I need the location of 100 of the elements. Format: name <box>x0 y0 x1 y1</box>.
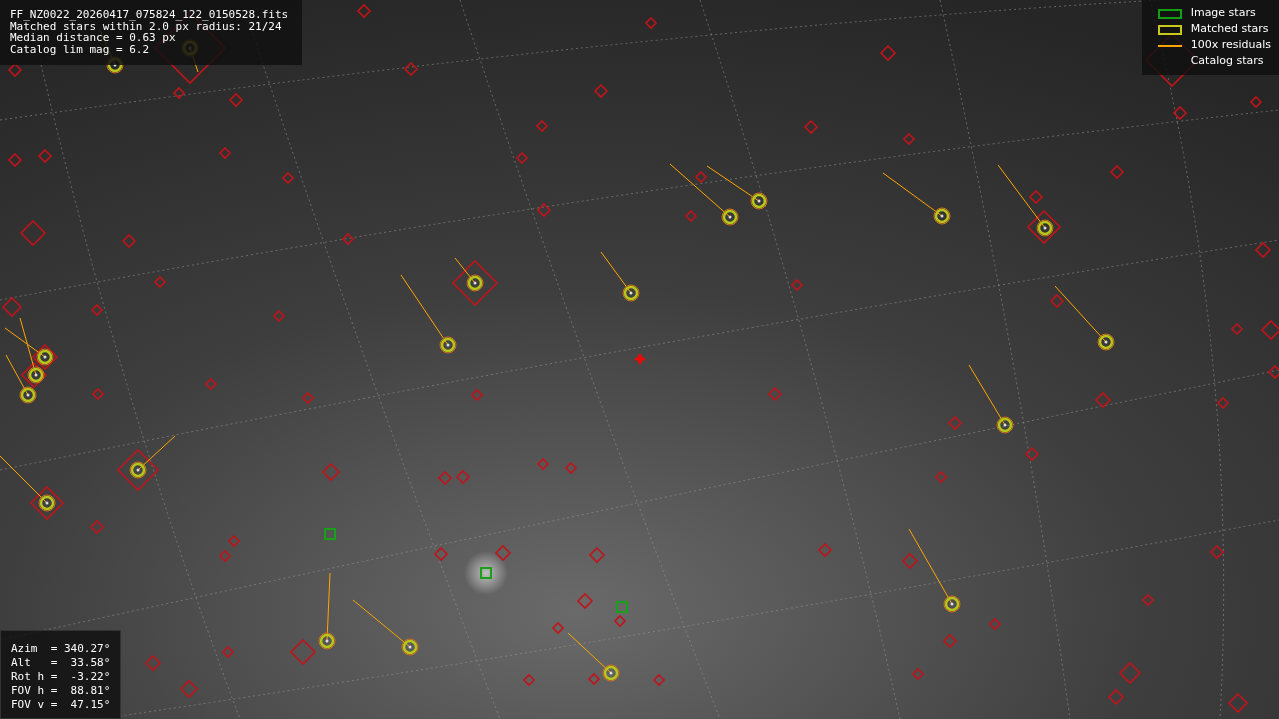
catalog-star-marker <box>551 621 565 635</box>
catalog-star-marker <box>1230 322 1244 336</box>
catalog-star-marker <box>1267 364 1279 380</box>
catalog-star-marker <box>515 151 529 165</box>
catalog-star-marker <box>988 617 1002 631</box>
catalog-star-marker <box>494 544 512 562</box>
catalog-star-marker <box>879 44 897 62</box>
catalog-star-marker <box>652 673 666 687</box>
catalog-star-marker <box>433 546 449 562</box>
catalog-star-marker <box>228 92 244 108</box>
matched-star-marker <box>706 165 768 210</box>
matched-star-marker <box>669 163 739 226</box>
catalog-star-marker <box>536 457 550 471</box>
pointing-text: Rot h = -3.22° <box>11 670 111 684</box>
catalog-star-marker <box>535 119 549 133</box>
line-icon <box>1157 44 1182 47</box>
matched-star-marker <box>1054 285 1115 351</box>
catalog-star-marker <box>1109 164 1125 180</box>
catalog-star-marker <box>91 387 105 401</box>
pointing-text: FOV h = 88.81° <box>11 684 111 698</box>
catalog-star-marker <box>817 542 833 558</box>
catalog-star-marker <box>281 171 295 185</box>
catalog-star-marker <box>1 296 23 318</box>
catalog-star-marker <box>204 377 218 391</box>
catalog-star-marker <box>289 638 317 666</box>
catalog-star-marker <box>1209 544 1225 560</box>
catalog-star-marker <box>576 592 594 610</box>
catalog-star-marker <box>911 667 925 681</box>
catalog-star-marker <box>790 278 804 292</box>
box-icon <box>1157 24 1182 35</box>
catalog-star-marker <box>153 275 167 289</box>
catalog-star-marker <box>934 470 948 484</box>
catalog-star-marker <box>437 470 453 486</box>
catalog-star-marker <box>1260 319 1279 341</box>
center-cross-marker <box>633 352 647 366</box>
catalog-star-marker <box>588 546 606 564</box>
catalog-star-marker <box>227 534 241 548</box>
catalog-star-marker <box>144 654 162 672</box>
matched-star-marker <box>0 455 56 512</box>
info-text: FF_NZ0022_20260417_075824_122_0150528.fits <box>10 9 289 21</box>
pointing-text: Alt = 33.58° <box>11 656 111 670</box>
catalog-star-marker <box>341 232 355 246</box>
catalog-star-marker <box>1216 396 1230 410</box>
catalog-star-marker <box>593 83 609 99</box>
catalog-star-marker <box>564 461 578 475</box>
catalog-star-marker <box>90 303 104 317</box>
catalog-star-marker <box>1141 593 1155 607</box>
catalog-star-marker <box>587 672 601 686</box>
info-text: Matched stars within 2.0 px radius: 21/24 <box>10 20 282 32</box>
catalog-star-marker <box>1227 692 1249 714</box>
catalog-star-marker <box>613 614 627 628</box>
catalog-star-marker <box>272 309 286 323</box>
catalog-star-marker <box>536 202 552 218</box>
catalog-star-marker <box>684 209 698 223</box>
catalog-star-marker <box>321 462 341 482</box>
catalog-star-marker <box>221 645 235 659</box>
catalog-star-marker <box>356 3 372 19</box>
catalog-star-marker <box>942 633 958 649</box>
catalog-star-marker <box>1026 209 1062 245</box>
catalog-star-marker <box>403 61 419 77</box>
catalog-star-marker <box>644 16 658 30</box>
catalog-star-marker <box>694 170 708 184</box>
matched-star-marker <box>129 435 176 479</box>
catalog-star-marker <box>37 148 53 164</box>
catalog-star-marker <box>7 62 23 78</box>
catalog-star-marker <box>301 391 315 405</box>
matched-star-marker <box>968 364 1014 434</box>
catalog-star-marker <box>19 219 47 247</box>
catalog-star-marker <box>116 448 160 492</box>
matched-star-marker <box>352 599 419 656</box>
matched-star-marker <box>567 632 620 682</box>
matched-star-marker <box>600 251 640 302</box>
catalog-star-marker <box>1172 105 1188 121</box>
catalog-star-marker <box>20 361 48 389</box>
catalog-star-marker <box>1254 241 1272 259</box>
catalog-star-marker <box>522 673 536 687</box>
legend-label: Matched stars <box>1190 21 1269 38</box>
outline-box-icon <box>1157 8 1182 19</box>
catalog-star-marker <box>1249 95 1263 109</box>
info-text: Median distance = 0.63 px <box>10 32 176 44</box>
catalog-star-marker <box>29 485 65 521</box>
pointing-text: FOV v = 47.15° <box>11 698 111 712</box>
legend-label: 100x residuals <box>1190 37 1271 54</box>
matched-star-marker <box>882 172 951 225</box>
catalog-star-marker <box>1024 446 1040 462</box>
catalog-star-marker <box>179 679 199 699</box>
catalog-star-marker <box>89 519 105 535</box>
catalog-star-marker <box>121 233 137 249</box>
catalog-star-marker <box>901 552 919 570</box>
catalog-star-marker <box>902 132 916 146</box>
catalog-star-marker <box>1049 293 1065 309</box>
legend-label: Catalog stars <box>1190 53 1264 70</box>
catalog-star-marker <box>7 152 23 168</box>
catalog-star-marker <box>947 415 963 431</box>
catalog-star-marker <box>1028 189 1044 205</box>
catalog-star-marker <box>455 469 471 485</box>
legend-label: Image stars <box>1190 5 1256 22</box>
catalog-star-marker <box>803 119 819 135</box>
catalog-star-marker <box>218 146 232 160</box>
catalog-star-marker <box>451 259 499 307</box>
